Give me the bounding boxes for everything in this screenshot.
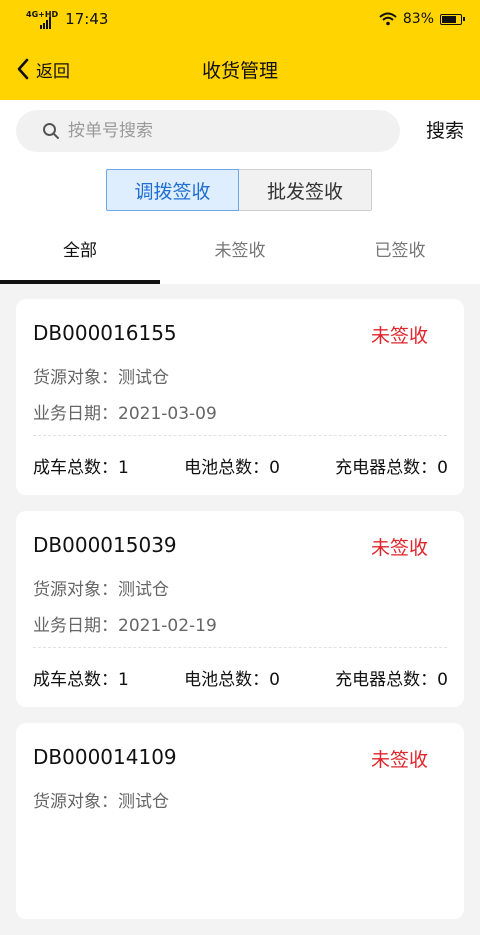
segment-control: 调拨签收 批发签收	[106, 169, 372, 211]
order-status: 未签收	[370, 537, 428, 559]
car-count: 成车总数：1	[33, 458, 129, 478]
divider	[33, 647, 447, 648]
segment-transfer-sign[interactable]: 调拨签收	[106, 169, 239, 211]
charger-count: 充电器总数：0	[335, 670, 448, 690]
chevron-left-icon	[17, 58, 29, 80]
tab-signed[interactable]: 已签收	[320, 224, 480, 284]
search-box	[16, 110, 400, 152]
segment-area: 调拨签收 批发签收	[0, 162, 480, 224]
order-status: 未签收	[370, 325, 428, 347]
battery-count: 电池总数：0	[184, 670, 280, 690]
status-bar: 4G+HD 17:43 83%	[0, 0, 480, 38]
order-source: 货源对象：测试仓	[33, 368, 169, 388]
back-label: 返回	[36, 61, 70, 82]
order-number: DB000016155	[33, 321, 177, 345]
order-number: DB000015039	[33, 533, 177, 557]
order-list: DB000016155 未签收 货源对象：测试仓 业务日期：2021-03-09…	[16, 299, 464, 935]
segment-wholesale-sign[interactable]: 批发签收	[239, 169, 372, 211]
order-card[interactable]: DB000014109 未签收 货源对象：测试仓	[16, 723, 464, 919]
battery-count: 电池总数：0	[184, 458, 280, 478]
order-date: 业务日期：2021-02-19	[33, 616, 217, 636]
order-stats: 成车总数：1 电池总数：0 充电器总数：0	[33, 453, 448, 478]
order-date: 业务日期：2021-03-09	[33, 404, 217, 424]
order-card[interactable]: DB000015039 未签收 货源对象：测试仓 业务日期：2021-02-19…	[16, 511, 464, 707]
order-source: 货源对象：测试仓	[33, 580, 169, 600]
order-status: 未签收	[370, 749, 428, 771]
order-number: DB000014109	[33, 745, 177, 769]
search-bar: 搜索	[0, 100, 480, 162]
car-count: 成车总数：1	[33, 670, 129, 690]
battery-percent: 83%	[402, 11, 434, 27]
order-stats: 成车总数：1 电池总数：0 充电器总数：0	[33, 665, 448, 690]
search-button[interactable]: 搜索	[426, 110, 464, 152]
tab-bar: 全部 未签收 已签收	[0, 224, 480, 284]
page-title: 收货管理	[201, 59, 278, 82]
nav-bar: 返回 收货管理	[0, 38, 480, 100]
tab-all[interactable]: 全部	[0, 224, 160, 284]
back-button[interactable]: 返回	[16, 38, 70, 100]
divider	[33, 435, 447, 436]
search-input[interactable]	[66, 120, 370, 142]
battery-icon	[440, 13, 465, 25]
clock: 17:43	[65, 10, 109, 28]
network-indicator: 4G+HD	[26, 10, 59, 19]
search-icon	[43, 123, 59, 139]
order-card[interactable]: DB000016155 未签收 货源对象：测试仓 业务日期：2021-03-09…	[16, 299, 464, 495]
tab-unsigned[interactable]: 未签收	[160, 224, 320, 284]
wifi-icon	[379, 12, 397, 26]
charger-count: 充电器总数：0	[335, 458, 448, 478]
